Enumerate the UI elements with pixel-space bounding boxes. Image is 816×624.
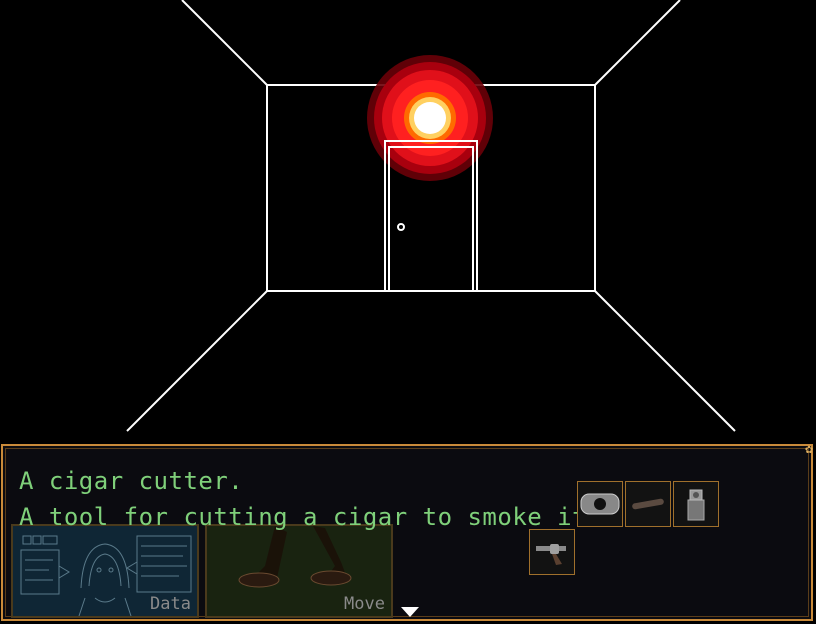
lighter-icon [687,489,705,521]
message-panel: ✿ Data Move A cigar cutter. A tool for c… [1,442,813,621]
inventory-slot-cigar[interactable] [625,481,671,527]
next-message-arrow-icon[interactable] [401,607,419,617]
move-label: Move [344,594,385,614]
room-scene [126,0,736,432]
data-label: Data [150,594,191,614]
data-menu-button[interactable]: Data [11,524,199,618]
inventory-slot-lighter[interactable] [673,481,719,527]
door-knob [397,223,405,231]
revolver-icon [536,544,566,565]
corner-ornament-icon: ✿ [805,442,813,457]
inventory-slot-revolver[interactable] [529,529,575,575]
dialog-line-2: A tool for cutting a cigar to smoke it. [19,503,603,531]
inventory-slot-cigar-cutter[interactable] [577,481,623,527]
cigar-cutter-icon [580,493,620,515]
move-menu-button[interactable]: Move [205,524,393,618]
dialog-line-1: A cigar cutter. [19,467,244,495]
cigar-icon [632,498,664,510]
